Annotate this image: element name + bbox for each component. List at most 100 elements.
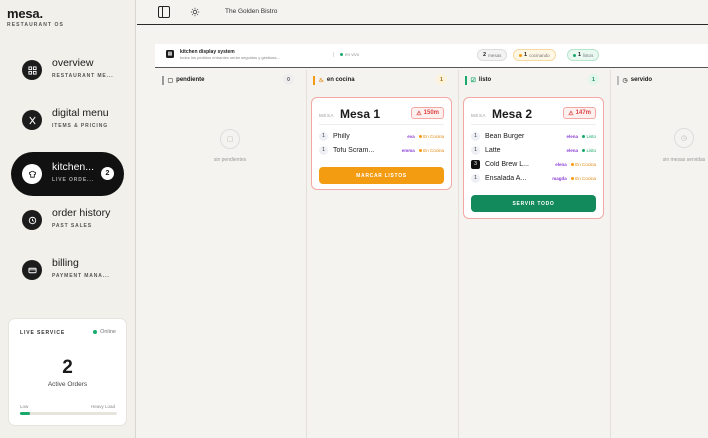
elapsed-time: 147m bbox=[575, 110, 591, 116]
divider bbox=[319, 124, 444, 125]
cocinando-pill: 1 cocinando bbox=[513, 49, 556, 61]
column-divider bbox=[610, 70, 611, 438]
item-status-text: En Cocina bbox=[575, 161, 596, 167]
nav-item-kitchen[interactable]: kitchen... LIVE ORDE... 2 bbox=[11, 152, 124, 196]
mesa-number: Mesa 1 bbox=[340, 107, 381, 121]
topbar: The Golden Bistro bbox=[137, 0, 708, 25]
nav-item-digital-menu[interactable]: digital menu ITEMS & PRICING bbox=[11, 98, 124, 142]
live-service-label: LIVE SERVICE bbox=[20, 330, 66, 336]
nav-title: overview bbox=[52, 57, 94, 69]
restaurant-name: The Golden Bistro bbox=[225, 8, 278, 15]
listos-pill: 1 listos bbox=[567, 49, 600, 61]
elapsed-time: 150m bbox=[423, 110, 439, 116]
column-bar bbox=[465, 75, 467, 85]
live-service-status: Online bbox=[93, 329, 116, 335]
column-count: 1 bbox=[588, 74, 599, 85]
mesas-label: mesas bbox=[488, 52, 502, 58]
item-name: Bean Burger bbox=[485, 132, 525, 140]
empty-pendiente-text: sin pendientes bbox=[213, 157, 247, 163]
live-service-card: LIVE SERVICE Online 2 Active Orders Low … bbox=[8, 318, 127, 426]
order-card-mesa-2[interactable]: MESA Mesa 2 ⚠ 147m 1 Bean Burger elena L… bbox=[463, 97, 604, 219]
order-item: 1 Ensalada A... magda En Cocina bbox=[471, 173, 596, 183]
sun-icon[interactable] bbox=[189, 6, 201, 18]
kds-description: todos los pedidos entrantes serán seguid… bbox=[180, 55, 280, 60]
item-qty: 1 bbox=[319, 145, 328, 155]
item-name: Philly bbox=[333, 132, 350, 140]
listos-dot-icon bbox=[573, 53, 576, 57]
status-dot-icon bbox=[418, 134, 422, 138]
load-high-label: Heavy Load bbox=[90, 404, 115, 409]
cocinando-dot-icon bbox=[519, 53, 522, 57]
clock-icon: ◷ bbox=[622, 77, 628, 84]
brand[interactable]: mesa. RESTAURANT OS bbox=[7, 6, 64, 28]
item-status: En Cocina bbox=[418, 148, 444, 153]
status-dot-icon bbox=[581, 134, 585, 138]
status-dot-icon bbox=[93, 330, 98, 334]
item-qty: 1 bbox=[471, 145, 480, 155]
nav-item-billing[interactable]: billing PAYMENT MANA... bbox=[11, 248, 124, 292]
item-status: En Cocina bbox=[570, 161, 596, 167]
column-bar bbox=[617, 75, 619, 85]
column-divider bbox=[458, 70, 459, 438]
column-header-cocina: ♨ en cocina 1 bbox=[313, 71, 453, 89]
live-service-status-text: Online bbox=[100, 329, 116, 335]
item-user: magda bbox=[552, 175, 567, 181]
sidebar: mesa. RESTAURANT OS overview RESTAURANT … bbox=[0, 0, 136, 438]
credit-card-icon bbox=[22, 260, 42, 280]
mark-ready-button[interactable]: MARCAR LISTOS bbox=[319, 167, 444, 184]
load-bar bbox=[20, 412, 117, 415]
order-item: 1 Bean Burger elena Listo bbox=[471, 131, 596, 141]
item-status: Listo bbox=[581, 133, 596, 139]
cocinando-count: 1 bbox=[524, 52, 528, 58]
order-item: 3 Cold Brew L... elena En Cocina bbox=[471, 159, 596, 169]
load-bar-fill bbox=[20, 412, 30, 415]
nav-subtitle: RESTAURANT ME... bbox=[52, 73, 114, 79]
utensils-icon bbox=[22, 110, 42, 130]
nav-subtitle: PAST SALES bbox=[52, 223, 93, 229]
active-orders-count: 2 bbox=[62, 357, 73, 378]
warning-icon: ⚠ bbox=[568, 110, 574, 117]
mesas-count: 2 bbox=[483, 52, 487, 58]
column-label: listo bbox=[478, 77, 492, 83]
order-item: 1 Tofu Scram... emma En Cocina bbox=[319, 145, 444, 155]
empty-servido: ◷ sin mesas servidas bbox=[660, 128, 708, 165]
column-label: servido bbox=[630, 77, 653, 83]
nav-subtitle: ITEMS & PRICING bbox=[52, 123, 109, 129]
listos-label: listos bbox=[583, 52, 594, 58]
item-user: emma bbox=[401, 147, 415, 153]
item-status-text: Listo bbox=[586, 133, 596, 139]
divider bbox=[471, 124, 596, 125]
nav-item-overview[interactable]: overview RESTAURANT ME... bbox=[11, 48, 124, 92]
status-dot-icon bbox=[581, 148, 585, 152]
column-count: 0 bbox=[283, 74, 294, 85]
column-label: pendiente bbox=[176, 77, 205, 83]
mesa-label: MESA bbox=[319, 113, 335, 118]
order-card-mesa-1[interactable]: MESA Mesa 1 ⚠ 150m 1 Philly eva En Cocin… bbox=[311, 97, 452, 190]
active-orders-caption: Active Orders bbox=[47, 381, 88, 388]
item-status-text: Listo bbox=[586, 147, 596, 153]
kds-grid-icon: ▦ bbox=[166, 50, 174, 58]
serve-all-button[interactable]: SERVIR TODO bbox=[471, 195, 596, 212]
history-icon bbox=[22, 210, 42, 230]
column-label: en cocina bbox=[326, 77, 355, 83]
item-name: Ensalada A... bbox=[485, 174, 527, 182]
brand-subtitle: RESTAURANT OS bbox=[7, 22, 64, 28]
item-status: En Cocina bbox=[570, 175, 596, 181]
item-qty: 1 bbox=[471, 173, 480, 183]
elapsed-time-badge: ⚠ 150m bbox=[411, 107, 444, 119]
item-name: Latte bbox=[485, 146, 501, 154]
column-header-pendiente: ▢ pendiente 0 bbox=[162, 71, 300, 89]
sidebar-toggle-icon[interactable] bbox=[158, 6, 170, 18]
elapsed-time-badge: ⚠ 147m bbox=[563, 107, 596, 119]
column-count: 1 bbox=[436, 74, 447, 85]
column-bar bbox=[162, 75, 164, 85]
cocinando-label: cocinando bbox=[529, 52, 550, 58]
clipboard-icon: ▢ bbox=[220, 129, 240, 149]
mesas-pill: 2 mesas bbox=[477, 49, 508, 61]
order-item: 1 Latte elena Listo bbox=[471, 145, 596, 155]
order-item: 1 Philly eva En Cocina bbox=[319, 131, 444, 141]
nav-item-order-history[interactable]: order history PAST SALES bbox=[11, 198, 124, 242]
item-status-text: En Cocina bbox=[575, 175, 596, 181]
item-user: elena bbox=[566, 147, 578, 153]
item-qty: 1 bbox=[319, 131, 328, 141]
